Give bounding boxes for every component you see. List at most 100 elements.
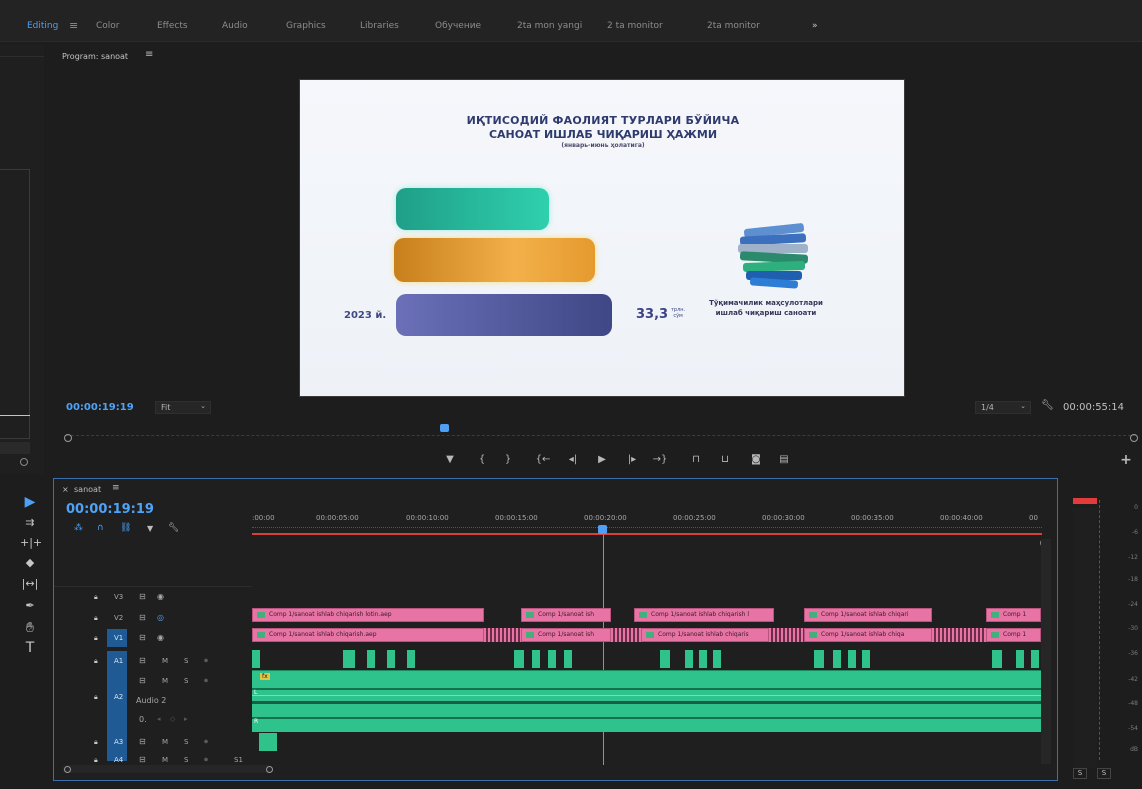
workspace-tab-editing[interactable]: Editing [27,21,58,31]
sync-lock-icon[interactable]: ⊟ [139,613,146,622]
solo-button[interactable]: S [184,657,188,665]
sync-lock-icon[interactable]: ⊟ [139,656,146,665]
audio-clip-a1[interactable] [1016,650,1024,668]
track-label-a1[interactable]: A1 [114,657,123,665]
lock-icon[interactable]: 🔒︎ [94,614,98,623]
add-marker-icon[interactable]: ▼ [147,524,153,533]
hand-icon[interactable]: ✋︎ [20,620,40,638]
workspace-tab-color[interactable]: Color [96,21,120,31]
comparison-view-icon[interactable]: ▤ [776,454,792,465]
mute-button[interactable]: M [162,738,168,746]
mic-icon[interactable]: ⏺ [204,676,208,686]
razor-icon[interactable]: ◆ [20,556,40,574]
audio-clip-a1[interactable] [367,650,375,668]
time-ruler[interactable]: :00:00 00:00:05:00 00:00:10:00 00:00:15:… [252,509,1042,536]
workspace-tab-2-ta-monitor[interactable]: 2 ta monitor [607,21,663,31]
zoom-handle-right[interactable] [1130,434,1138,442]
mute-button[interactable]: M [162,756,168,764]
clip-v1-transitions[interactable] [611,628,641,642]
export-frame-camera-icon[interactable]: ◙ [748,454,764,465]
track-label-v1[interactable]: V1 [114,634,123,642]
track-label-v2[interactable]: V2 [114,614,123,622]
extract-icon[interactable]: ⊔ [717,454,733,465]
solo-button[interactable]: S [184,738,188,746]
clip-v2[interactable]: Comp 1/sanoat ishlab chiqari [804,608,932,622]
lock-icon[interactable]: 🔒︎ [94,657,98,666]
track-name-audio-2[interactable]: Audio 2 [136,696,166,705]
audio-clip-a1[interactable] [252,650,260,668]
ripple-edit-icon[interactable]: +|+ [20,536,42,554]
prev-keyframe-icon[interactable]: ◂ [157,715,161,723]
clip-v1[interactable]: Comp 1/sanoat ishlab chiqarish.aep [252,628,484,642]
audio-clip-a3[interactable] [259,733,277,751]
clip-v1[interactable]: Comp 1/sanoat ishlab chiqa [804,628,932,642]
snap-magnet-icon[interactable]: ∩ [97,523,104,533]
sync-lock-icon[interactable]: ⊟ [139,737,146,746]
clip-v2[interactable]: Comp 1/sanoat ishlab chiqarish lotin.aep [252,608,484,622]
solo-left-button[interactable]: S [1073,768,1087,779]
audio-clip-a1[interactable] [407,650,415,668]
audio-clip-a1[interactable] [387,650,395,668]
lock-icon[interactable]: 🔒︎ [94,693,98,702]
next-keyframe-icon[interactable]: ▸ [184,715,188,723]
sync-lock-icon[interactable]: ⊟ [139,633,146,642]
clip-v1-transitions[interactable] [932,628,986,642]
audio-clip-a1[interactable] [514,650,524,668]
sync-lock-icon[interactable]: ⊟ [139,676,146,685]
audio-clip-a2[interactable]: fx L R [252,670,1041,732]
audio-clip-a1[interactable] [532,650,540,668]
nest-icon[interactable]: ⁂ [74,523,83,533]
vertical-scrollbar[interactable] [1041,539,1051,764]
solo-right-button[interactable]: S [1097,768,1111,779]
program-title[interactable]: Program: sanoat [62,52,128,61]
track-label-a3[interactable]: A3 [114,738,123,746]
mic-icon[interactable]: ⏺ [204,755,208,765]
workspace-tab-libraries[interactable]: Libraries [360,21,399,31]
audio-clip-a1[interactable] [862,650,870,668]
settings-wrench-icon[interactable]: 🔧︎ [168,523,179,533]
panel-menu-icon[interactable]: ≡ [112,483,120,493]
timeline-playhead[interactable] [598,525,607,534]
lift-icon[interactable]: ⊓ [688,454,704,465]
type-icon[interactable]: T [20,640,40,658]
mark-in-icon[interactable]: { [474,454,490,465]
playhead-handle-icon[interactable] [20,458,28,466]
audio-clip-a1[interactable] [564,650,572,668]
go-to-out-icon[interactable]: →} [652,454,668,465]
sync-lock-icon[interactable]: ⊟ [139,755,146,764]
program-timecode[interactable]: 00:00:19:19 [66,402,134,413]
selection-tool-icon[interactable]: ▶ [20,494,40,512]
audio-clip-a1[interactable] [548,650,556,668]
clip-v2[interactable]: Comp 1/sanoat ish [521,608,611,622]
scroll-handle-right[interactable] [266,766,273,773]
slip-icon[interactable]: |↔| [20,577,40,595]
zoom-handle-left[interactable] [64,434,72,442]
mute-button[interactable]: M [162,657,168,665]
fit-dropdown[interactable]: Fit ⌄ [155,401,211,414]
close-icon[interactable]: × [62,485,69,494]
audio-clip-a1[interactable] [814,650,824,668]
linked-selection-icon[interactable]: ⛓︎ [120,523,131,533]
solo-button[interactable]: S [184,756,188,764]
audio-clip-a1[interactable] [343,650,355,668]
eye-hidden-icon[interactable]: ◎ [157,613,164,622]
clip-v2[interactable]: Comp 1 [986,608,1041,622]
add-marker-icon[interactable]: ▼ [442,454,458,465]
clip-v1[interactable]: Comp 1/sanoat ish [521,628,611,642]
step-forward-icon[interactable]: |▸ [624,454,640,465]
workspace-tab-audio[interactable]: Audio [222,21,248,31]
sequence-tab[interactable]: sanoat [74,485,101,494]
track-label-v3[interactable]: V3 [114,593,123,601]
track-label-a2[interactable]: A2 [114,693,123,701]
lock-icon[interactable]: 🔒︎ [94,738,98,747]
clip-v2[interactable]: Comp 1/sanoat ishlab chiqarish l [634,608,774,622]
step-back-icon[interactable]: ◂| [565,454,581,465]
play-icon[interactable]: ▶ [594,454,610,465]
scroll-handle-left[interactable] [64,766,71,773]
audio-clip-a1[interactable] [713,650,721,668]
add-keyframe-icon[interactable]: ◇ [170,715,175,723]
workspace-tab-graphics[interactable]: Graphics [286,21,326,31]
panel-menu-icon[interactable]: ≡ [145,49,153,60]
clip-v1[interactable]: Comp 1/sanoat ishlab chiqaris [641,628,769,642]
mic-icon[interactable]: ⏺ [204,656,208,666]
